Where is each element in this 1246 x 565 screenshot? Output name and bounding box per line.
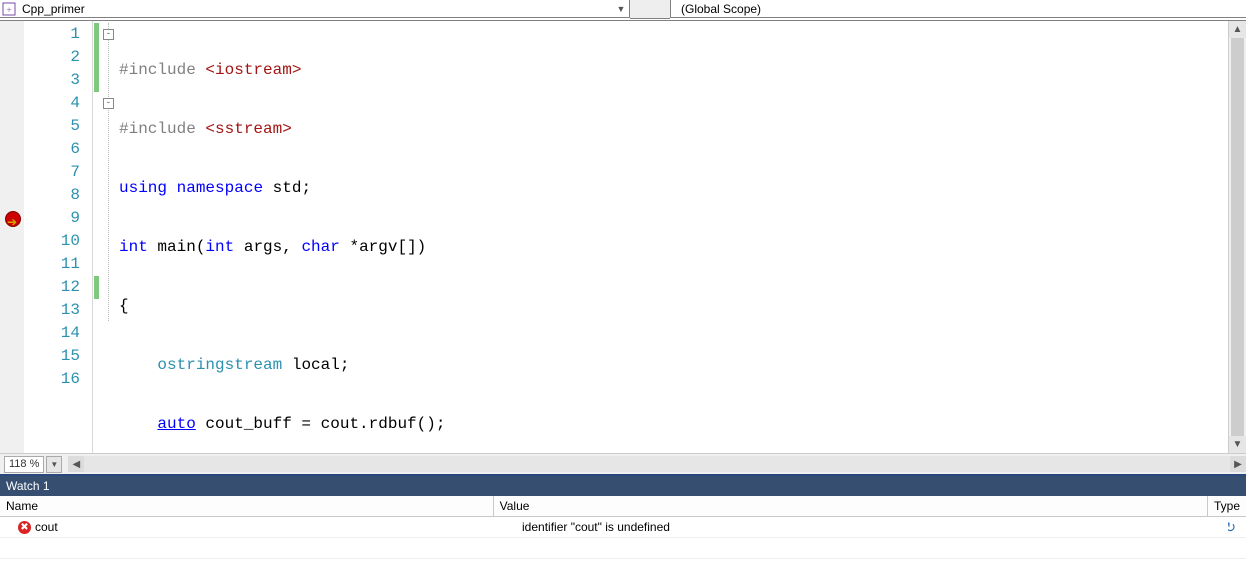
horizontal-scrollbar[interactable]: ◀ ▶ xyxy=(68,456,1246,472)
watch-row[interactable]: ✖ cout identifier "cout" is undefined ↻ xyxy=(0,517,1246,538)
line-number: 2 xyxy=(24,46,92,69)
outline-collapse-box[interactable]: - xyxy=(103,98,114,109)
scope-label: (Global Scope) xyxy=(671,2,1246,16)
navigation-bar: + Cpp_primer ▼ (Global Scope) xyxy=(0,0,1246,21)
watch-value-cell: identifier "cout" is undefined xyxy=(522,520,670,534)
watch-name-cell: cout xyxy=(35,520,58,534)
scrollbar-thumb[interactable] xyxy=(1231,38,1244,436)
cpp-file-icon: + xyxy=(0,2,18,16)
scroll-right-icon[interactable]: ▶ xyxy=(1230,456,1246,472)
line-number-gutter: 12345678910111213141516 xyxy=(24,21,93,453)
line-number: 9 xyxy=(24,207,92,230)
scroll-left-icon[interactable]: ◀ xyxy=(68,456,84,472)
line-number: 14 xyxy=(24,322,92,345)
change-mark xyxy=(94,23,99,92)
code-editor: ➔ 12345678910111213141516 -- #include <i… xyxy=(0,21,1246,454)
editor-status-bar: 118 % ▼ ◀ ▶ xyxy=(0,454,1246,476)
breakpoint-gutter[interactable]: ➔ xyxy=(0,21,24,453)
line-number: 11 xyxy=(24,253,92,276)
change-mark xyxy=(94,276,99,299)
watch-col-value[interactable]: Value xyxy=(494,496,1208,516)
line-number: 16 xyxy=(24,368,92,391)
code-text-area[interactable]: #include <iostream> #include <sstream> u… xyxy=(117,21,1228,453)
scope-combo[interactable]: (Global Scope) xyxy=(670,0,1246,18)
line-number: 10 xyxy=(24,230,92,253)
current-line-arrow: ➔ xyxy=(0,210,24,233)
line-number: 1 xyxy=(24,23,92,46)
line-number: 7 xyxy=(24,161,92,184)
vertical-scrollbar[interactable]: ▲ ▼ xyxy=(1228,21,1246,453)
outline-gutter[interactable]: -- xyxy=(103,21,117,453)
scroll-down-icon[interactable]: ▼ xyxy=(1229,436,1246,453)
line-number: 6 xyxy=(24,138,92,161)
line-number: 15 xyxy=(24,345,92,368)
line-number: 13 xyxy=(24,299,92,322)
watch-panel-title[interactable]: Watch 1 xyxy=(0,476,1246,496)
watch-col-type[interactable]: Type xyxy=(1208,496,1246,516)
watch-body: ✖ cout identifier "cout" is undefined ↻ xyxy=(0,517,1246,565)
zoom-level-combo[interactable]: 118 % xyxy=(4,456,44,473)
change-indicator-gutter xyxy=(93,21,103,453)
line-number: 4 xyxy=(24,92,92,115)
line-number: 8 xyxy=(24,184,92,207)
watch-row-empty[interactable] xyxy=(0,538,1246,559)
zoom-dropdown-button[interactable]: ▼ xyxy=(46,456,62,473)
zoom-label: 118 % xyxy=(9,457,39,472)
error-icon: ✖ xyxy=(18,521,31,534)
refresh-icon[interactable]: ↻ xyxy=(1228,519,1236,536)
scroll-up-icon[interactable]: ▲ xyxy=(1229,21,1246,38)
file-name-label: Cpp_primer xyxy=(18,2,613,16)
watch-col-name[interactable]: Name xyxy=(0,496,494,516)
line-number: 12 xyxy=(24,276,92,299)
file-scope-combo[interactable]: + Cpp_primer ▼ xyxy=(0,0,630,18)
svg-text:+: + xyxy=(6,5,11,15)
combo-gap xyxy=(630,0,670,19)
line-number: 3 xyxy=(24,69,92,92)
watch-header-row: Name Value Type xyxy=(0,496,1246,517)
chevron-down-icon: ▼ xyxy=(613,4,629,14)
line-number: 5 xyxy=(24,115,92,138)
outline-collapse-box[interactable]: - xyxy=(103,29,114,40)
